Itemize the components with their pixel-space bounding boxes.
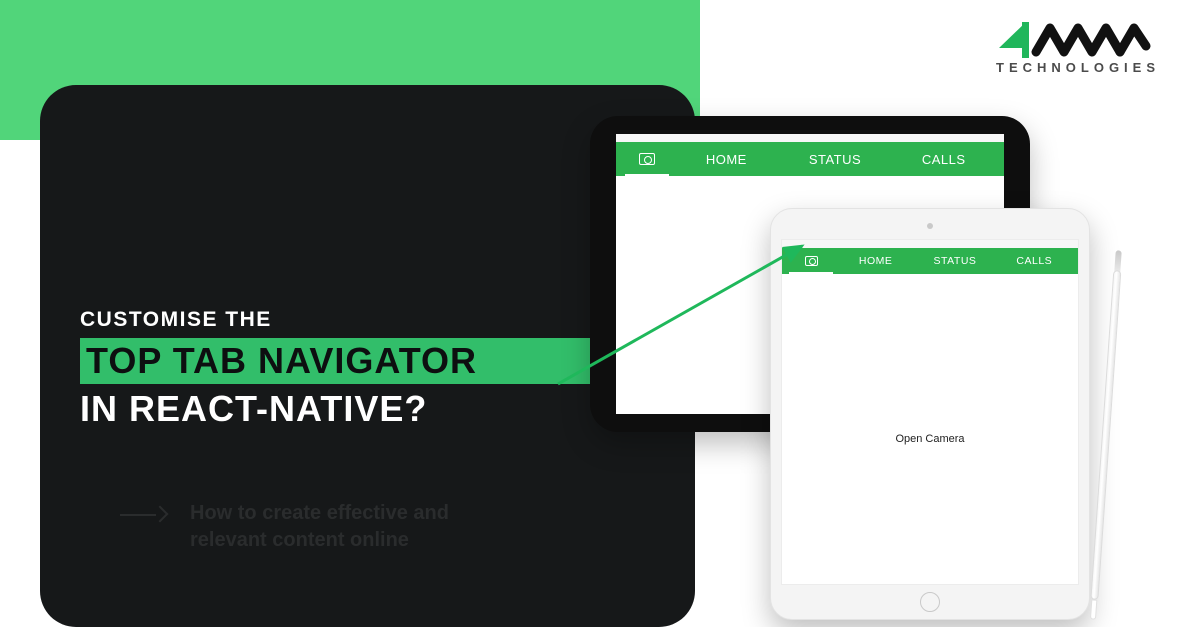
tab-calls-label: CALLS bbox=[922, 152, 966, 167]
brand-logo-subtext: TECHNOLOGIES bbox=[996, 60, 1156, 75]
tablet-light: HOME STATUS CALLS Open Camera bbox=[770, 208, 1090, 620]
home-button-icon[interactable] bbox=[920, 592, 940, 612]
status-strip bbox=[782, 240, 1078, 248]
camera-icon bbox=[805, 256, 818, 266]
tab-status-label: STATUS bbox=[809, 152, 861, 167]
brand-logo: TECHNOLOGIES bbox=[996, 18, 1156, 75]
screen-center-text: Open Camera bbox=[782, 433, 1078, 445]
arrow-right-icon bbox=[120, 506, 166, 524]
stylus-body bbox=[1090, 270, 1121, 600]
tablet-light-screen: HOME STATUS CALLS Open Camera bbox=[781, 239, 1079, 585]
tab-status[interactable]: STATUS bbox=[781, 142, 890, 176]
stylus bbox=[1087, 246, 1125, 620]
tab-home-label: HOME bbox=[859, 255, 893, 267]
tablet-sensor bbox=[927, 223, 933, 229]
tab-calls[interactable]: CALLS bbox=[995, 248, 1074, 274]
tab-status-label: STATUS bbox=[934, 255, 977, 267]
brand-logo-mark bbox=[996, 18, 1156, 62]
top-tab-navigator-dark: HOME STATUS CALLS bbox=[616, 142, 1004, 176]
tab-calls[interactable]: CALLS bbox=[889, 142, 998, 176]
tab-camera[interactable] bbox=[622, 142, 672, 176]
tab-camera[interactable] bbox=[786, 248, 836, 274]
status-strip bbox=[616, 134, 1004, 142]
stylus-nib bbox=[1090, 599, 1097, 619]
top-tab-navigator-light: HOME STATUS CALLS bbox=[782, 248, 1078, 274]
subtext-row: How to create effective and relevant con… bbox=[120, 500, 530, 554]
stylus-tip bbox=[1114, 250, 1122, 272]
tab-status[interactable]: STATUS bbox=[915, 248, 994, 274]
camera-icon bbox=[639, 153, 655, 165]
tab-home[interactable]: HOME bbox=[836, 248, 915, 274]
tab-calls-label: CALLS bbox=[1016, 255, 1052, 267]
subtext: How to create effective and relevant con… bbox=[190, 500, 530, 554]
tab-home[interactable]: HOME bbox=[672, 142, 781, 176]
tab-home-label: HOME bbox=[706, 152, 747, 167]
